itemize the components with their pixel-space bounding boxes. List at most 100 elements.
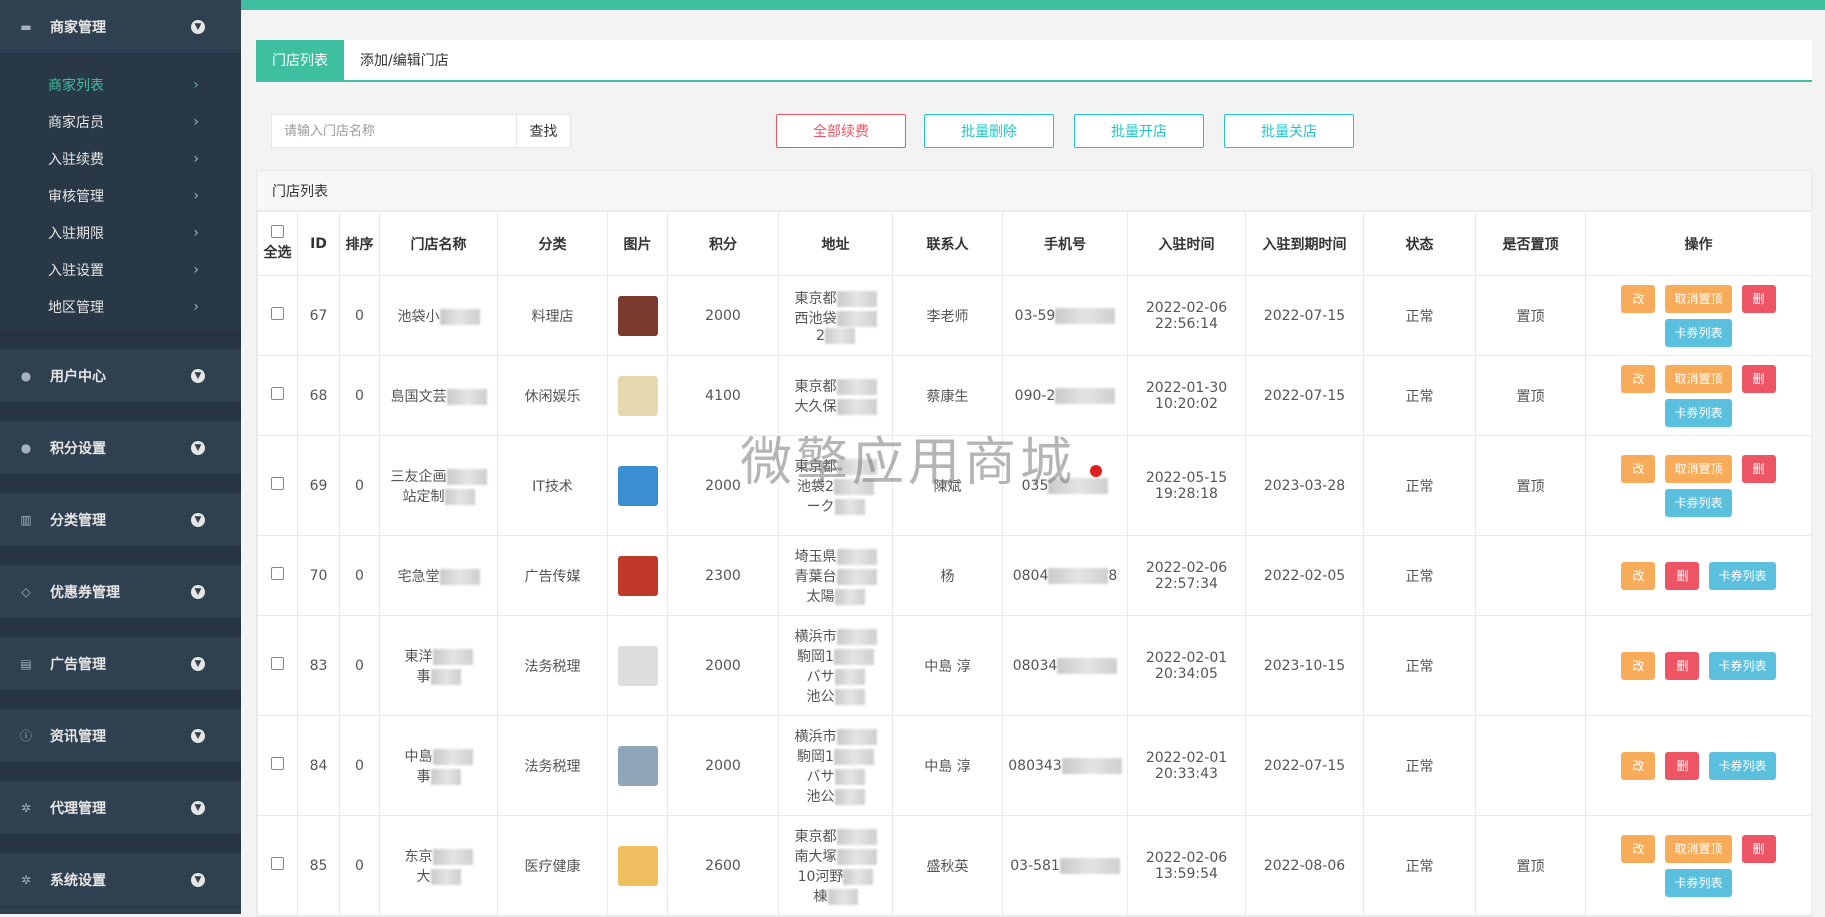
coupon-list-button[interactable]: 卡券列表: [1709, 651, 1776, 680]
store-thumbnail[interactable]: [617, 745, 658, 786]
search-button[interactable]: 查找: [516, 115, 570, 147]
row-checkbox[interactable]: [271, 657, 284, 670]
select-all-checkbox[interactable]: [271, 225, 284, 238]
store-thumbnail[interactable]: [617, 375, 658, 416]
tab-store-list[interactable]: 门店列表: [256, 40, 344, 80]
sidebar-group-news[interactable]: ⓘ 资讯管理 ▼: [0, 709, 241, 763]
delete-button[interactable]: 删: [1741, 284, 1776, 313]
cell-text: 0804: [1012, 567, 1049, 584]
row-checkbox[interactable]: [271, 477, 284, 490]
store-name-line: 三友企画: [382, 466, 495, 486]
cell-text: 横浜市: [794, 728, 837, 745]
sidebar-group-merchant[interactable]: ▬ 商家管理 ▼: [0, 0, 241, 54]
header-contact: 联系人: [892, 211, 1003, 276]
store-name-line: 站定制: [382, 486, 495, 506]
sidebar-item-merchant-list[interactable]: 商家列表 ›: [0, 66, 241, 103]
search-input[interactable]: [272, 115, 516, 147]
unpin-button[interactable]: 取消置顶: [1665, 284, 1732, 313]
cell-text: 2022-05-15: [1145, 469, 1228, 486]
sidebar-group-agents[interactable]: ✲ 代理管理 ▼: [0, 781, 241, 835]
edit-button[interactable]: 改: [1621, 364, 1656, 393]
bulk-open-button[interactable]: 批量开店: [1074, 114, 1204, 148]
cell-address: 東京都 西池袋 2: [778, 275, 893, 356]
row-checkbox[interactable]: [271, 567, 284, 580]
edit-button[interactable]: 改: [1621, 651, 1656, 680]
unpin-button[interactable]: 取消置顶: [1665, 454, 1732, 483]
coupon-list-button[interactable]: 卡券列表: [1709, 561, 1776, 590]
redacted-text: [1055, 307, 1116, 324]
coupon-list-button[interactable]: 卡券列表: [1665, 868, 1732, 897]
unpin-button[interactable]: 取消置顶: [1665, 364, 1732, 393]
table-row: 67 0 池袋小 料理店 2000 東京都 西池袋 2 李老师 03-59 2022…: [257, 275, 1812, 356]
store-thumbnail[interactable]: [617, 465, 658, 506]
header-image: 图片: [607, 211, 668, 276]
cell-image: [607, 535, 668, 616]
sidebar-group-points[interactable]: ● 积分设置 ▼: [0, 421, 241, 475]
row-checkbox[interactable]: [271, 757, 284, 770]
cell-text: 太陽: [806, 588, 835, 605]
sidebar-group-category[interactable]: ▥ 分类管理 ▼: [0, 493, 241, 547]
sidebar-divider: [0, 763, 241, 781]
store-thumbnail[interactable]: [617, 845, 658, 886]
renew-all-button[interactable]: 全部续费: [776, 114, 906, 148]
row-checkbox[interactable]: [271, 387, 284, 400]
header-expire-time: 入驻到期时间: [1245, 211, 1364, 276]
sidebar-group-label: 系统设置: [50, 872, 106, 889]
address-line: バサ: [781, 766, 890, 786]
unpin-button[interactable]: 取消置顶: [1665, 834, 1732, 863]
delete-button[interactable]: 删: [1665, 561, 1700, 590]
cell-text: 駒岡1: [797, 748, 834, 765]
tab-add-edit-store[interactable]: 添加/编辑门店: [344, 40, 465, 80]
sidebar-group-users[interactable]: ● 用户中心 ▼: [0, 349, 241, 403]
address-line: 横浜市: [781, 726, 890, 746]
coupon-list-button[interactable]: 卡券列表: [1665, 398, 1732, 427]
sidebar-group-ads[interactable]: ▤ 广告管理 ▼: [0, 637, 241, 691]
coupon-list-button[interactable]: 卡券列表: [1665, 488, 1732, 517]
redacted-text: [1057, 657, 1118, 674]
row-checkbox[interactable]: [271, 857, 284, 870]
redacted-text: [446, 468, 487, 485]
row-checkbox-cell: [257, 815, 298, 916]
gear-icon: ✲: [20, 872, 32, 887]
header-join-time: 入驻时间: [1127, 211, 1246, 276]
sidebar-item-merchant-staff[interactable]: 商家店员 ›: [0, 103, 241, 140]
cell-name: 宅急堂: [379, 535, 498, 616]
cell-id: 69: [297, 435, 340, 536]
sidebar-group-system[interactable]: ✲ 系统设置 ▼: [0, 853, 241, 907]
redacted-text: [836, 398, 877, 415]
cell-text: 2022-01-30: [1145, 379, 1228, 396]
edit-button[interactable]: 改: [1621, 834, 1656, 863]
delete-button[interactable]: 删: [1665, 751, 1700, 780]
sidebar-item-settings[interactable]: 入驻设置 ›: [0, 251, 241, 288]
sidebar-item-review[interactable]: 审核管理 ›: [0, 177, 241, 214]
sidebar-item-term[interactable]: 入驻期限 ›: [0, 214, 241, 251]
store-thumbnail[interactable]: [617, 295, 658, 336]
cell-text: 03-59: [1014, 307, 1056, 324]
delete-button[interactable]: 删: [1741, 454, 1776, 483]
store-thumbnail[interactable]: [617, 645, 658, 686]
cell-status: 正常: [1363, 615, 1476, 716]
edit-button[interactable]: 改: [1621, 561, 1656, 590]
row-checkbox[interactable]: [271, 307, 284, 320]
bulk-delete-button[interactable]: 批量删除: [924, 114, 1054, 148]
bulk-close-button[interactable]: 批量关店: [1224, 114, 1354, 148]
cell-actions: 改 取消置顶 删 卡券列表: [1585, 435, 1812, 536]
delete-button[interactable]: 删: [1741, 364, 1776, 393]
cell-image: [607, 715, 668, 816]
edit-button[interactable]: 改: [1621, 454, 1656, 483]
delete-button[interactable]: 删: [1741, 834, 1776, 863]
coupon-list-button[interactable]: 卡券列表: [1709, 751, 1776, 780]
coupon-list-button[interactable]: 卡券列表: [1665, 318, 1732, 347]
sidebar-group-coupons[interactable]: ◇ 优惠券管理 ▼: [0, 565, 241, 619]
row-actions: 改 删 卡券列表: [1588, 561, 1809, 590]
store-thumbnail[interactable]: [617, 555, 658, 596]
sidebar-item-label: 审核管理: [48, 188, 104, 205]
redacted-text: [432, 748, 473, 765]
delete-button[interactable]: 删: [1665, 651, 1700, 680]
cell-pinned: [1475, 535, 1586, 616]
edit-button[interactable]: 改: [1621, 284, 1656, 313]
chevron-right-icon: ›: [193, 113, 199, 130]
sidebar-item-region[interactable]: 地区管理 ›: [0, 288, 241, 325]
edit-button[interactable]: 改: [1621, 751, 1656, 780]
sidebar-item-renewal[interactable]: 入驻续费 ›: [0, 140, 241, 177]
